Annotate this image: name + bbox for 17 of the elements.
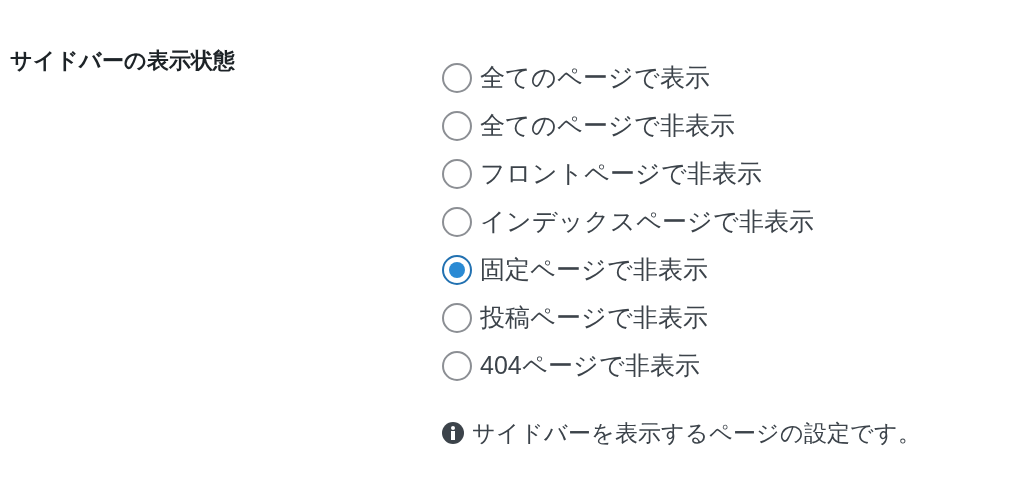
setting-label: サイドバーの表示状態 [10, 48, 235, 73]
option-label[interactable]: 全てのページで表示 [480, 59, 710, 97]
radio-button[interactable] [442, 351, 472, 381]
radio-button[interactable] [442, 111, 472, 141]
option-label[interactable]: 固定ページで非表示 [480, 251, 708, 289]
radio-button[interactable] [442, 159, 472, 189]
option-label[interactable]: 全てのページで非表示 [480, 107, 735, 145]
radio-button[interactable] [442, 207, 472, 237]
option-label[interactable]: 404ページで非表示 [480, 347, 700, 385]
description-text: サイドバーを表示するページの設定です。 [472, 419, 921, 448]
radio-button[interactable] [442, 255, 472, 285]
info-icon [442, 422, 464, 445]
radio-button[interactable] [442, 63, 472, 93]
option-label[interactable]: インデックスページで非表示 [480, 203, 814, 241]
radio-button[interactable] [442, 303, 472, 333]
option-label[interactable]: 投稿ページで非表示 [480, 299, 708, 337]
option-label[interactable]: フロントページで非表示 [480, 155, 762, 193]
